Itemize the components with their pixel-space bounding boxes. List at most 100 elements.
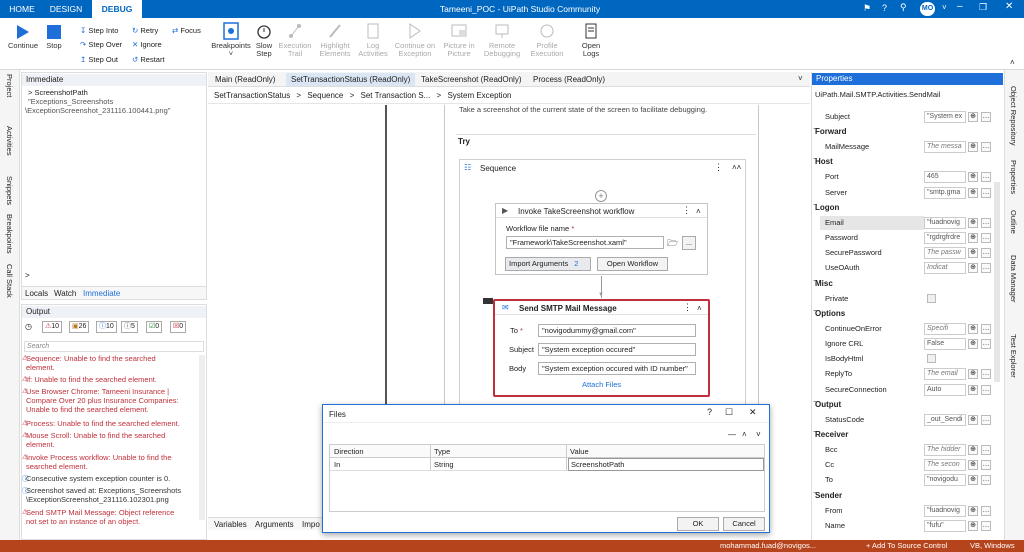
dialog-help-icon[interactable]: ? (707, 407, 712, 417)
more-button[interactable]: … (981, 217, 991, 228)
plus-icon[interactable]: ⊕ (968, 233, 978, 243)
property-category[interactable]: Output (815, 399, 841, 411)
plus-icon[interactable]: ⊕ (968, 384, 978, 395)
vtab-test-explorer[interactable]: Test Explorer (1009, 334, 1018, 378)
immediate-prompt[interactable]: > (25, 271, 30, 280)
status-user[interactable]: mohammad.fuad@novigos... (720, 540, 816, 552)
plus-icon[interactable]: ⊕ (968, 445, 978, 455)
step-over-button[interactable]: ↷ Step Over (80, 38, 122, 52)
vtab-activities[interactable]: Activities (5, 126, 14, 156)
more-button[interactable]: … (981, 445, 991, 455)
plus-icon[interactable]: ⊕ (968, 187, 978, 198)
warning-filter[interactable]: ▣26 (69, 321, 90, 333)
category-collapse-icon[interactable]: − (813, 126, 817, 133)
breadcrumb-item-2[interactable]: Set Transaction S... (361, 91, 431, 100)
row-direction[interactable]: In (334, 460, 340, 469)
plus-icon[interactable]: ⊕ (968, 460, 978, 471)
tab-watch[interactable]: Watch (54, 289, 76, 298)
restart-button[interactable]: ↺ Restart (132, 53, 165, 67)
plus-icon[interactable]: ⊕ (968, 414, 978, 425)
plus-icon[interactable]: ⊕ (968, 369, 978, 380)
more-button[interactable]: … (981, 323, 991, 334)
output-line[interactable]: Invoke Process workflow: Unable to find … (26, 453, 184, 471)
property-category[interactable]: Receiver (815, 429, 848, 441)
property-value-input[interactable]: 465 (924, 171, 966, 184)
more-button[interactable]: … (981, 233, 991, 243)
more-button[interactable]: … (981, 187, 991, 198)
plus-icon[interactable]: ⊕ (968, 112, 978, 122)
more-button[interactable]: … (981, 112, 991, 122)
sequence-menu-icon[interactable]: ⋮ (714, 162, 723, 173)
move-up-icon[interactable]: ˄ (742, 430, 747, 439)
continue-on-exception-button[interactable]: Continue on Exception (392, 22, 438, 58)
focus-button[interactable]: ⇄ Focus (172, 24, 201, 38)
tab-arguments[interactable]: Arguments (255, 520, 294, 529)
remote-debugging-button[interactable]: Remote Debugging (480, 22, 524, 58)
plus-icon[interactable]: ⊕ (968, 520, 978, 531)
more-button[interactable]: … (981, 172, 991, 183)
vtab-object-repository[interactable]: Object Repository (1009, 86, 1018, 146)
property-value-input[interactable]: The hidder (924, 444, 966, 456)
plus-icon[interactable]: ⊕ (968, 339, 978, 349)
doc-tab-process[interactable]: Process (ReadOnly) (528, 73, 610, 86)
doc-tab-main[interactable]: Main (ReadOnly) (210, 73, 280, 86)
info-filter[interactable]: ⓘ10 (96, 321, 117, 333)
ignore-button[interactable]: ✕ Ignore (132, 38, 162, 52)
tab-debug[interactable]: DEBUG (92, 0, 142, 18)
execution-trail-button[interactable]: Execution Trail (277, 22, 313, 58)
vtab-outline[interactable]: Outline (1009, 210, 1018, 234)
success-filter[interactable]: ☑0 (146, 321, 163, 333)
plus-icon[interactable]: ⊕ (968, 248, 978, 259)
invoke-collapse-icon[interactable]: ˄ (696, 207, 701, 216)
tab-imports[interactable]: Impo (302, 520, 320, 529)
dropdown-icon[interactable]: ˅ (942, 3, 947, 12)
close-icon[interactable]: ✕ (1005, 1, 1013, 12)
output-search-input[interactable]: Search (24, 341, 204, 352)
clock-icon[interactable]: ◷ (25, 322, 32, 331)
row-type[interactable]: String (434, 460, 454, 469)
open-logs-button[interactable]: Open Logs (578, 22, 604, 58)
retry-button[interactable]: ↻ Retry (132, 24, 158, 38)
property-category[interactable]: Logon (815, 202, 839, 214)
plus-icon[interactable]: ⊕ (968, 217, 978, 228)
restore-icon[interactable]: ❐ (979, 2, 987, 13)
tab-variables[interactable]: Variables (214, 520, 247, 529)
property-category[interactable]: Misc (815, 278, 833, 290)
property-category[interactable]: Host (815, 156, 833, 168)
smtp-collapse-icon[interactable]: ˄ (697, 304, 702, 313)
highlight-elements-button[interactable]: Highlight Elements (315, 22, 355, 58)
property-value-input[interactable]: "fuadnovig (924, 504, 966, 517)
property-value-input[interactable]: The secon (924, 459, 966, 472)
cancel-button[interactable]: Cancel (723, 517, 765, 531)
dialog-close-icon[interactable]: ✕ (749, 407, 757, 418)
category-collapse-icon[interactable]: − (813, 399, 817, 406)
vtab-call-stack[interactable]: Call Stack (5, 264, 14, 298)
vtab-data-manager[interactable]: Data Manager (1009, 255, 1018, 303)
open-workflow-button[interactable]: Open Workflow (597, 257, 668, 271)
property-value-input[interactable]: "System ex (924, 111, 966, 123)
property-value-input[interactable]: "fuadnovig (924, 216, 966, 229)
workflow-file-input[interactable]: "Framework\TakeScreenshot.xaml" (506, 236, 664, 249)
property-value-input[interactable]: "fufu" (924, 519, 966, 532)
output-line[interactable]: Sequence: Unable to find the searched el… (26, 354, 184, 372)
step-out-button[interactable]: ↥ Step Out (80, 53, 118, 67)
collapse-ribbon-icon[interactable]: ˄ (1010, 58, 1015, 67)
invoke-menu-icon[interactable]: ⋮ (682, 205, 691, 216)
folder-icon[interactable]: 🗁 (667, 236, 678, 252)
dialog-maximize-icon[interactable]: ☐ (725, 407, 733, 418)
tab-immediate[interactable]: Immediate (83, 289, 120, 298)
vtab-project[interactable]: Project (5, 74, 14, 97)
property-value-input[interactable]: Auto (924, 383, 966, 396)
property-checkbox[interactable] (927, 354, 936, 364)
property-value-input[interactable]: Specifi (924, 322, 966, 335)
profile-execution-button[interactable]: Profile Execution (525, 22, 569, 58)
workflow-file-more-button[interactable]: ... (682, 236, 696, 250)
output-line[interactable]: Mouse Scroll: Unable to find the searche… (26, 431, 184, 449)
vtab-breakpoints[interactable]: Breakpoints (5, 214, 14, 254)
output-line[interactable]: If: Unable to find the searched element. (26, 375, 184, 384)
sequence-collapse-icon[interactable]: ˄˄ (732, 163, 741, 172)
log-activities-button[interactable]: Log Activities (355, 22, 391, 58)
property-value-input[interactable]: "smtp.gma (924, 186, 966, 199)
property-category[interactable]: Forward (815, 126, 847, 138)
more-button[interactable]: … (981, 520, 991, 531)
